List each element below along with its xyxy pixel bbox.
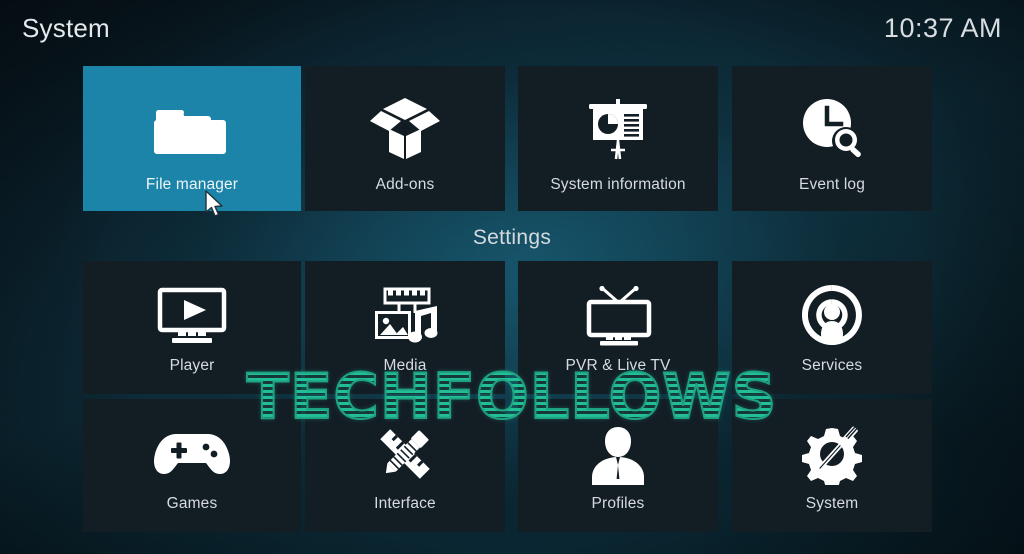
tile-grid: File manager Add-ons System information … [0,0,1024,554]
tile-profiles[interactable]: Profiles [518,399,718,532]
settings-section-label: Settings [472,226,552,249]
page-title: System [22,12,110,43]
tv-antenna-icon [576,281,660,351]
ruler-pencil-icon [363,419,447,489]
gamepad-icon [150,419,234,489]
tile-system[interactable]: System [732,399,932,532]
folder-icon [150,92,234,166]
person-icon [576,419,660,489]
tile-pvr-live-tv[interactable]: PVR & Live TV [518,261,718,394]
tile-label: Media [383,357,427,374]
gear-tool-icon [790,419,874,489]
tile-system-information[interactable]: System information [518,66,718,211]
tile-services[interactable]: Services [732,261,932,394]
media-mix-icon [363,281,447,351]
tile-label: Games [166,495,218,512]
tile-label: Services [801,357,863,374]
broadcast-icon [790,281,874,351]
tile-interface[interactable]: Interface [305,399,505,532]
tile-label: Player [169,357,215,374]
clock-search-icon [790,92,874,166]
tile-label: Interface [374,495,436,512]
tile-player[interactable]: Player [83,261,301,394]
tile-file-manager[interactable]: File manager [83,66,301,211]
presentation-icon [576,92,660,166]
tile-media[interactable]: Media [305,261,505,394]
tile-label: Add-ons [375,176,435,193]
tile-games[interactable]: Games [83,399,301,532]
tile-label: File manager [145,176,239,193]
kodi-system-screen: System 10:37 AM TECHFOLLOWS Settings Fil… [0,0,1024,554]
tile-event-log[interactable]: Event log [732,66,932,211]
tile-label: Profiles [591,495,645,512]
tile-add-ons[interactable]: Add-ons [305,66,505,211]
open-box-icon [363,92,447,166]
monitor-play-icon [150,281,234,351]
tile-label: System information [550,176,686,193]
tile-label: System [805,495,859,512]
tile-label: Event log [799,176,865,193]
tile-label: PVR & Live TV [565,357,671,374]
header-bar: System 10:37 AM [0,0,1024,56]
clock-label: 10:37 AM [883,12,1002,43]
